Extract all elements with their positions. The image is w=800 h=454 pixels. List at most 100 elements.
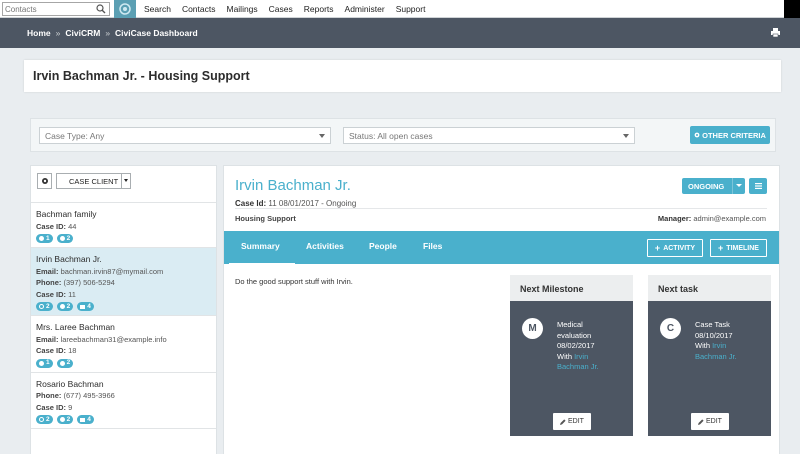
count-badge[interactable]: 2 xyxy=(56,358,74,368)
count-badge[interactable]: 2 xyxy=(56,415,74,424)
menu-search[interactable]: Search xyxy=(144,4,171,14)
badge-count: 2 xyxy=(66,302,71,310)
count-badge[interactable]: 2 xyxy=(56,302,74,311)
breadcrumb-home[interactable]: Home xyxy=(27,28,51,38)
edit-label: EDIT xyxy=(568,418,584,425)
other-criteria-button[interactable]: OTHER CRITERIA xyxy=(690,126,770,144)
menu-administer[interactable]: Administer xyxy=(345,4,385,14)
case-client-name[interactable]: Irvin Bachman Jr. xyxy=(235,177,351,194)
add-timeline-button[interactable]: + TIMELINE xyxy=(710,239,767,257)
menu-mailings[interactable]: Mailings xyxy=(226,4,257,14)
case-filter-bar: Case Type: Any Status: All open cases OT… xyxy=(30,118,776,152)
breadcrumb: Home » CiviCRM » CiviCase Dashboard xyxy=(27,28,198,38)
search-icon[interactable] xyxy=(96,4,106,14)
tab-people[interactable]: People xyxy=(369,241,397,251)
client-name[interactable]: Bachman family xyxy=(36,209,211,221)
with-label: With xyxy=(695,341,713,350)
badge-count: 1 xyxy=(46,234,50,242)
menu-reports[interactable]: Reports xyxy=(304,4,334,14)
client-detail-label: Phone: xyxy=(36,278,62,287)
count-badge[interactable]: 1 xyxy=(36,358,53,368)
client-detail-line: Case ID: 18 xyxy=(36,345,211,357)
badge-count: 4 xyxy=(87,302,91,310)
tab-activities[interactable]: Activities xyxy=(306,241,344,251)
gear-button[interactable] xyxy=(37,173,52,189)
count-badge[interactable]: 1 xyxy=(36,234,53,243)
case-summary-text: Do the good support stuff with Irvin. xyxy=(235,277,353,286)
print-icon[interactable] xyxy=(771,28,780,37)
client-name[interactable]: Irvin Bachman Jr. xyxy=(36,254,211,266)
breadcrumb-civicrm[interactable]: CiviCRM xyxy=(65,28,100,38)
client-detail-value: 9 xyxy=(66,402,73,412)
top-menubar: Search Contacts Mailings Cases Reports A… xyxy=(0,0,800,18)
case-detail-panel: Irvin Bachman Jr. Case Id: 11 08/01/2017… xyxy=(223,165,780,454)
edit-label: EDIT xyxy=(706,418,722,425)
client-name[interactable]: Mrs. Laree Bachman xyxy=(36,322,211,334)
add-activity-button[interactable]: + ACTIVITY xyxy=(647,239,703,257)
count-badge[interactable]: 2 xyxy=(36,415,53,424)
client-list-item[interactable]: Irvin Bachman Jr. Email: bachman.irvin87@… xyxy=(31,248,216,316)
case-list-scrollbar[interactable] xyxy=(217,165,221,454)
milestone-contact-link[interactable]: Bachman Jr. xyxy=(557,362,599,371)
chevron-down-icon[interactable] xyxy=(121,174,130,188)
chevron-down-icon xyxy=(319,134,325,138)
activity-icon xyxy=(39,236,44,241)
menu-contacts[interactable]: Contacts xyxy=(182,4,216,14)
menu-support[interactable]: Support xyxy=(396,4,426,14)
task-contact-link[interactable]: Irvin xyxy=(712,341,726,350)
case-id-line: Case Id: 11 08/01/2017 - Ongoing xyxy=(235,199,356,208)
comment-icon xyxy=(59,417,65,422)
case-status-select[interactable]: Status: All open cases xyxy=(343,127,635,144)
task-title: Case Task xyxy=(695,320,730,329)
menu-cases[interactable]: Cases xyxy=(269,4,293,14)
breadcrumb-bar: Home » CiviCRM » CiviCase Dashboard xyxy=(0,18,800,48)
case-list-toolbar: CASE CLIENT xyxy=(31,166,216,203)
case-status-value: Status: All open cases xyxy=(349,131,433,141)
count-badge[interactable]: 4 xyxy=(77,415,94,424)
client-list-item[interactable]: Bachman family Case ID: 44 1 2 xyxy=(31,203,216,248)
case-type-select[interactable]: Case Type: Any xyxy=(39,127,331,144)
plus-icon: + xyxy=(654,243,661,253)
page-title: Irvin Bachman Jr. - Housing Support xyxy=(33,69,250,83)
count-badge[interactable]: 4 xyxy=(77,302,94,311)
sort-dropdown[interactable]: CASE CLIENT xyxy=(56,173,131,189)
tab-files[interactable]: Files xyxy=(423,241,442,251)
with-label: With xyxy=(557,351,575,361)
comment-icon xyxy=(59,236,65,241)
badge-count: 2 xyxy=(66,234,71,242)
task-edit-button[interactable]: EDIT xyxy=(691,413,729,430)
client-badges: 12 xyxy=(36,234,211,243)
client-name[interactable]: Rosario Bachman xyxy=(36,379,211,391)
comment-icon xyxy=(59,304,65,309)
task-contact-link[interactable]: Bachman Jr. xyxy=(695,352,737,361)
count-badge[interactable]: 2 xyxy=(56,234,74,243)
case-menu-button[interactable] xyxy=(749,178,767,194)
plus-icon: + xyxy=(718,243,724,253)
gear-icon xyxy=(41,178,48,184)
milestone-details: Medical evaluation 08/02/2017 With Irvin… xyxy=(557,320,629,373)
case-status-dropdown[interactable]: ONGOING xyxy=(682,178,745,194)
check-icon xyxy=(39,304,44,309)
count-badge[interactable]: 2 xyxy=(36,302,53,311)
next-milestone-heading: Next Milestone xyxy=(510,275,633,301)
task-with: With Irvin xyxy=(695,341,767,352)
breadcrumb-dashboard[interactable]: CiviCase Dashboard xyxy=(115,28,198,38)
contact-search-box[interactable] xyxy=(2,2,110,16)
client-list: Bachman family Case ID: 44 1 2 Irvin Bachman… xyxy=(31,203,216,429)
activity-icon xyxy=(39,360,44,366)
client-detail-line: Case ID: 9 xyxy=(36,402,211,414)
next-milestone-card: Next Milestone M Medical evaluation 08/0… xyxy=(510,275,633,436)
contact-search-input[interactable] xyxy=(3,3,93,15)
client-detail-line: Case ID: 11 xyxy=(36,289,211,301)
milestone-contact-link[interactable]: Irvin xyxy=(574,352,588,361)
client-list-item[interactable]: Mrs. Laree Bachman Email: lareebachman31@… xyxy=(31,316,216,373)
case-manager: Manager: admin@example.com xyxy=(658,214,766,223)
settings-icon xyxy=(694,132,700,138)
milestone-edit-button[interactable]: EDIT xyxy=(553,413,591,430)
tab-summary[interactable]: Summary xyxy=(229,241,295,265)
menu-toggle[interactable] xyxy=(784,0,800,18)
civicrm-logo-icon[interactable] xyxy=(114,0,136,18)
next-task-card: Next task C Case Task 08/10/2017 With Ir… xyxy=(648,275,771,436)
case-type-value: Case Type: Any xyxy=(45,131,105,141)
client-list-item[interactable]: Rosario Bachman Phone: (677) 495-3966 Case… xyxy=(31,373,216,429)
